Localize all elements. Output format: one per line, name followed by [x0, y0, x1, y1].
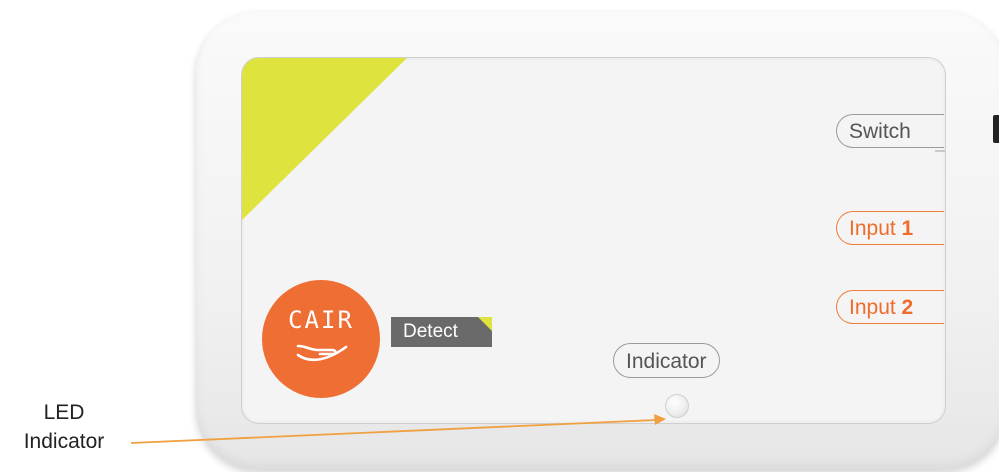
annotation-arrow	[130, 414, 666, 444]
product-diagram: Switch Input 1 Input 2 Indicator CAIR De…	[0, 0, 999, 472]
